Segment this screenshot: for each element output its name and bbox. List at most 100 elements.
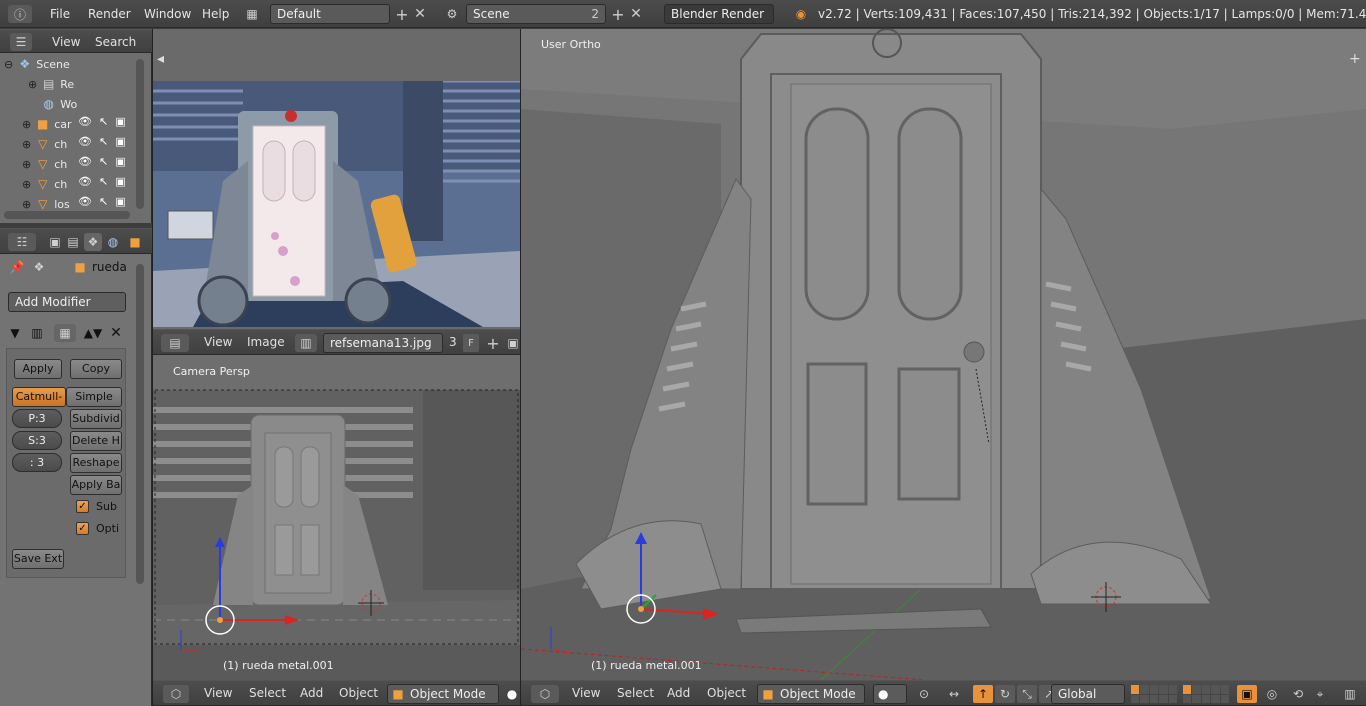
- pivot-point-icon[interactable]: ⊙: [915, 685, 933, 703]
- scene-icon[interactable]: ⚙: [442, 6, 462, 22]
- add-scene-icon[interactable]: +: [610, 5, 626, 24]
- menu-render[interactable]: Render: [88, 0, 131, 28]
- eye-icon[interactable]: 👁: [78, 155, 92, 168]
- image-browse-icon[interactable]: ▥: [295, 334, 317, 352]
- camera-add-menu[interactable]: Add: [300, 681, 323, 705]
- delete-higher-button[interactable]: Delete H: [70, 431, 122, 451]
- world-tab-icon[interactable]: ◍: [104, 233, 122, 251]
- move-up-down-icon[interactable]: ▲▼: [82, 324, 104, 342]
- toolshelf-toggle-icon[interactable]: +: [1349, 51, 1361, 67]
- outliner-scrollbar[interactable]: [136, 59, 144, 209]
- layer-buttons-2[interactable]: [1183, 685, 1229, 703]
- cursor-icon[interactable]: ↖: [99, 175, 108, 188]
- scene-field[interactable]: Scene 2: [466, 4, 606, 24]
- render-icon[interactable]: ▣: [115, 115, 125, 128]
- reshape-button[interactable]: Reshape: [70, 453, 122, 473]
- image-editor-icon[interactable]: ▤: [161, 334, 189, 352]
- properties-scrollbar[interactable]: [136, 264, 144, 584]
- save-external-button[interactable]: Save Ext: [12, 549, 64, 569]
- eye-icon[interactable]: 👁: [78, 115, 92, 128]
- subdivide-button[interactable]: Subdivid: [70, 409, 122, 429]
- render-engine-select[interactable]: Blender Render: [664, 4, 774, 24]
- outliner-search-menu[interactable]: Search: [95, 30, 136, 54]
- render-preview-icon[interactable]: ▥: [1341, 685, 1359, 703]
- rotate-manipulator-icon[interactable]: ↻: [995, 685, 1015, 703]
- outliner-view-menu[interactable]: View: [52, 30, 80, 54]
- levels-field[interactable]: : 3: [12, 453, 62, 472]
- outliner-item-render-layers[interactable]: ⊕ ▤ Re: [28, 74, 78, 94]
- outliner-hscrollbar[interactable]: [4, 211, 130, 219]
- lock-camera-icon[interactable]: ▣: [1237, 685, 1257, 703]
- menu-window[interactable]: Window: [144, 0, 191, 28]
- camera-object-menu[interactable]: Object: [339, 681, 378, 705]
- outliner-item-camera[interactable]: ⊕ ■ car: [22, 114, 78, 134]
- image-view-menu[interactable]: View: [204, 330, 232, 354]
- close-layout-icon[interactable]: ✕: [412, 5, 428, 23]
- outliner-item-mesh-1[interactable]: ⊕ ▽ ch: [22, 134, 78, 154]
- main-add-menu[interactable]: Add: [667, 681, 690, 705]
- simple-button[interactable]: Simple: [66, 387, 122, 407]
- image-name-field[interactable]: refsemana13.jpg: [323, 333, 443, 353]
- proportional-edit-icon[interactable]: ◎: [1263, 685, 1281, 703]
- outliner-item-mesh-3[interactable]: ⊕ ▽ ch: [22, 174, 78, 194]
- info-editor-icon[interactable]: ⓘ: [8, 5, 32, 23]
- eye-icon[interactable]: 👁: [78, 195, 92, 208]
- outliner-item-world[interactable]: ⊕ ◍ Wo: [28, 94, 78, 114]
- camera-viewport[interactable]: Camera Persp (1) rueda metal.001: [153, 355, 520, 680]
- properties-editor-icon[interactable]: ☷: [8, 233, 36, 251]
- remove-modifier-icon[interactable]: ✕: [108, 324, 124, 342]
- eye-icon[interactable]: 👁: [78, 175, 92, 188]
- screen-layout-field[interactable]: Default: [270, 4, 390, 24]
- divider-vertical-right[interactable]: [520, 29, 521, 706]
- transform-orientation-select[interactable]: Global: [1051, 684, 1125, 704]
- render-icon[interactable]: ▣: [115, 195, 125, 208]
- main-viewport[interactable]: User Ortho (1) rueda metal.001 +: [521, 29, 1366, 680]
- cursor-icon[interactable]: ↖: [99, 115, 108, 128]
- outliner-item-mesh-2[interactable]: ⊕ ▽ ch: [22, 154, 78, 174]
- render-icon[interactable]: ▣: [115, 155, 125, 168]
- render-layers-tab-icon[interactable]: ▤: [64, 233, 82, 251]
- reference-image[interactable]: [153, 81, 520, 327]
- cage-icon[interactable]: ▦: [54, 324, 76, 342]
- main-object-menu[interactable]: Object: [707, 681, 746, 705]
- cursor-icon[interactable]: ↖: [99, 135, 108, 148]
- viewport-shading-icon[interactable]: ●: [505, 686, 519, 702]
- add-modifier-select[interactable]: Add Modifier: [8, 292, 126, 312]
- optimal-display-checkbox[interactable]: ✓: [76, 522, 89, 535]
- divider-vertical-left[interactable]: [152, 29, 153, 706]
- viewport-shading-select[interactable]: ●: [873, 684, 907, 704]
- outliner-editor-icon[interactable]: ☰: [10, 33, 32, 51]
- main-view-menu[interactable]: View: [572, 681, 600, 705]
- collapse-arrow-icon[interactable]: ▼: [8, 324, 22, 342]
- fake-user-button[interactable]: F: [463, 334, 479, 352]
- render-tab-icon[interactable]: ▣: [46, 233, 64, 251]
- screen-layout-icon[interactable]: ▦: [244, 6, 260, 22]
- menu-file[interactable]: File: [50, 0, 70, 28]
- subdivide-uvs-checkbox[interactable]: ✓: [76, 500, 89, 513]
- apply-button[interactable]: Apply: [14, 359, 62, 379]
- manipulator-toggle-icon[interactable]: ↔: [945, 685, 963, 703]
- view3d-editor-icon[interactable]: ⬡: [531, 685, 559, 703]
- render-icon[interactable]: ▣: [115, 135, 125, 148]
- eye-icon[interactable]: 👁: [78, 135, 92, 148]
- snap-element-icon[interactable]: ⟲: [1289, 685, 1307, 703]
- camera-select-menu[interactable]: Select: [249, 681, 286, 705]
- apply-base-button[interactable]: Apply Ba: [70, 475, 122, 495]
- close-scene-icon[interactable]: ✕: [628, 5, 644, 23]
- new-image-icon[interactable]: +: [485, 333, 501, 353]
- pin-icon[interactable]: 📌: [8, 258, 26, 276]
- cursor-icon[interactable]: ↖: [99, 195, 108, 208]
- cursor-icon[interactable]: ↖: [99, 155, 108, 168]
- scene-tab-icon[interactable]: ❖: [84, 233, 102, 251]
- render-icon[interactable]: ▣: [115, 175, 125, 188]
- open-image-icon[interactable]: ▣: [505, 334, 521, 352]
- render-levels-field[interactable]: S:3: [12, 431, 62, 450]
- main-select-menu[interactable]: Select: [617, 681, 654, 705]
- image-image-menu[interactable]: Image: [247, 330, 285, 354]
- layer-buttons[interactable]: [1131, 685, 1177, 703]
- outliner-item-scene[interactable]: ⊖ ❖ Scene: [4, 54, 134, 74]
- snap-target-icon[interactable]: ⌖: [1311, 685, 1329, 703]
- add-layout-icon[interactable]: +: [394, 5, 410, 24]
- area-corner-icon[interactable]: ◂: [157, 51, 164, 67]
- catmull-clark-button[interactable]: Catmull-C: [12, 387, 66, 407]
